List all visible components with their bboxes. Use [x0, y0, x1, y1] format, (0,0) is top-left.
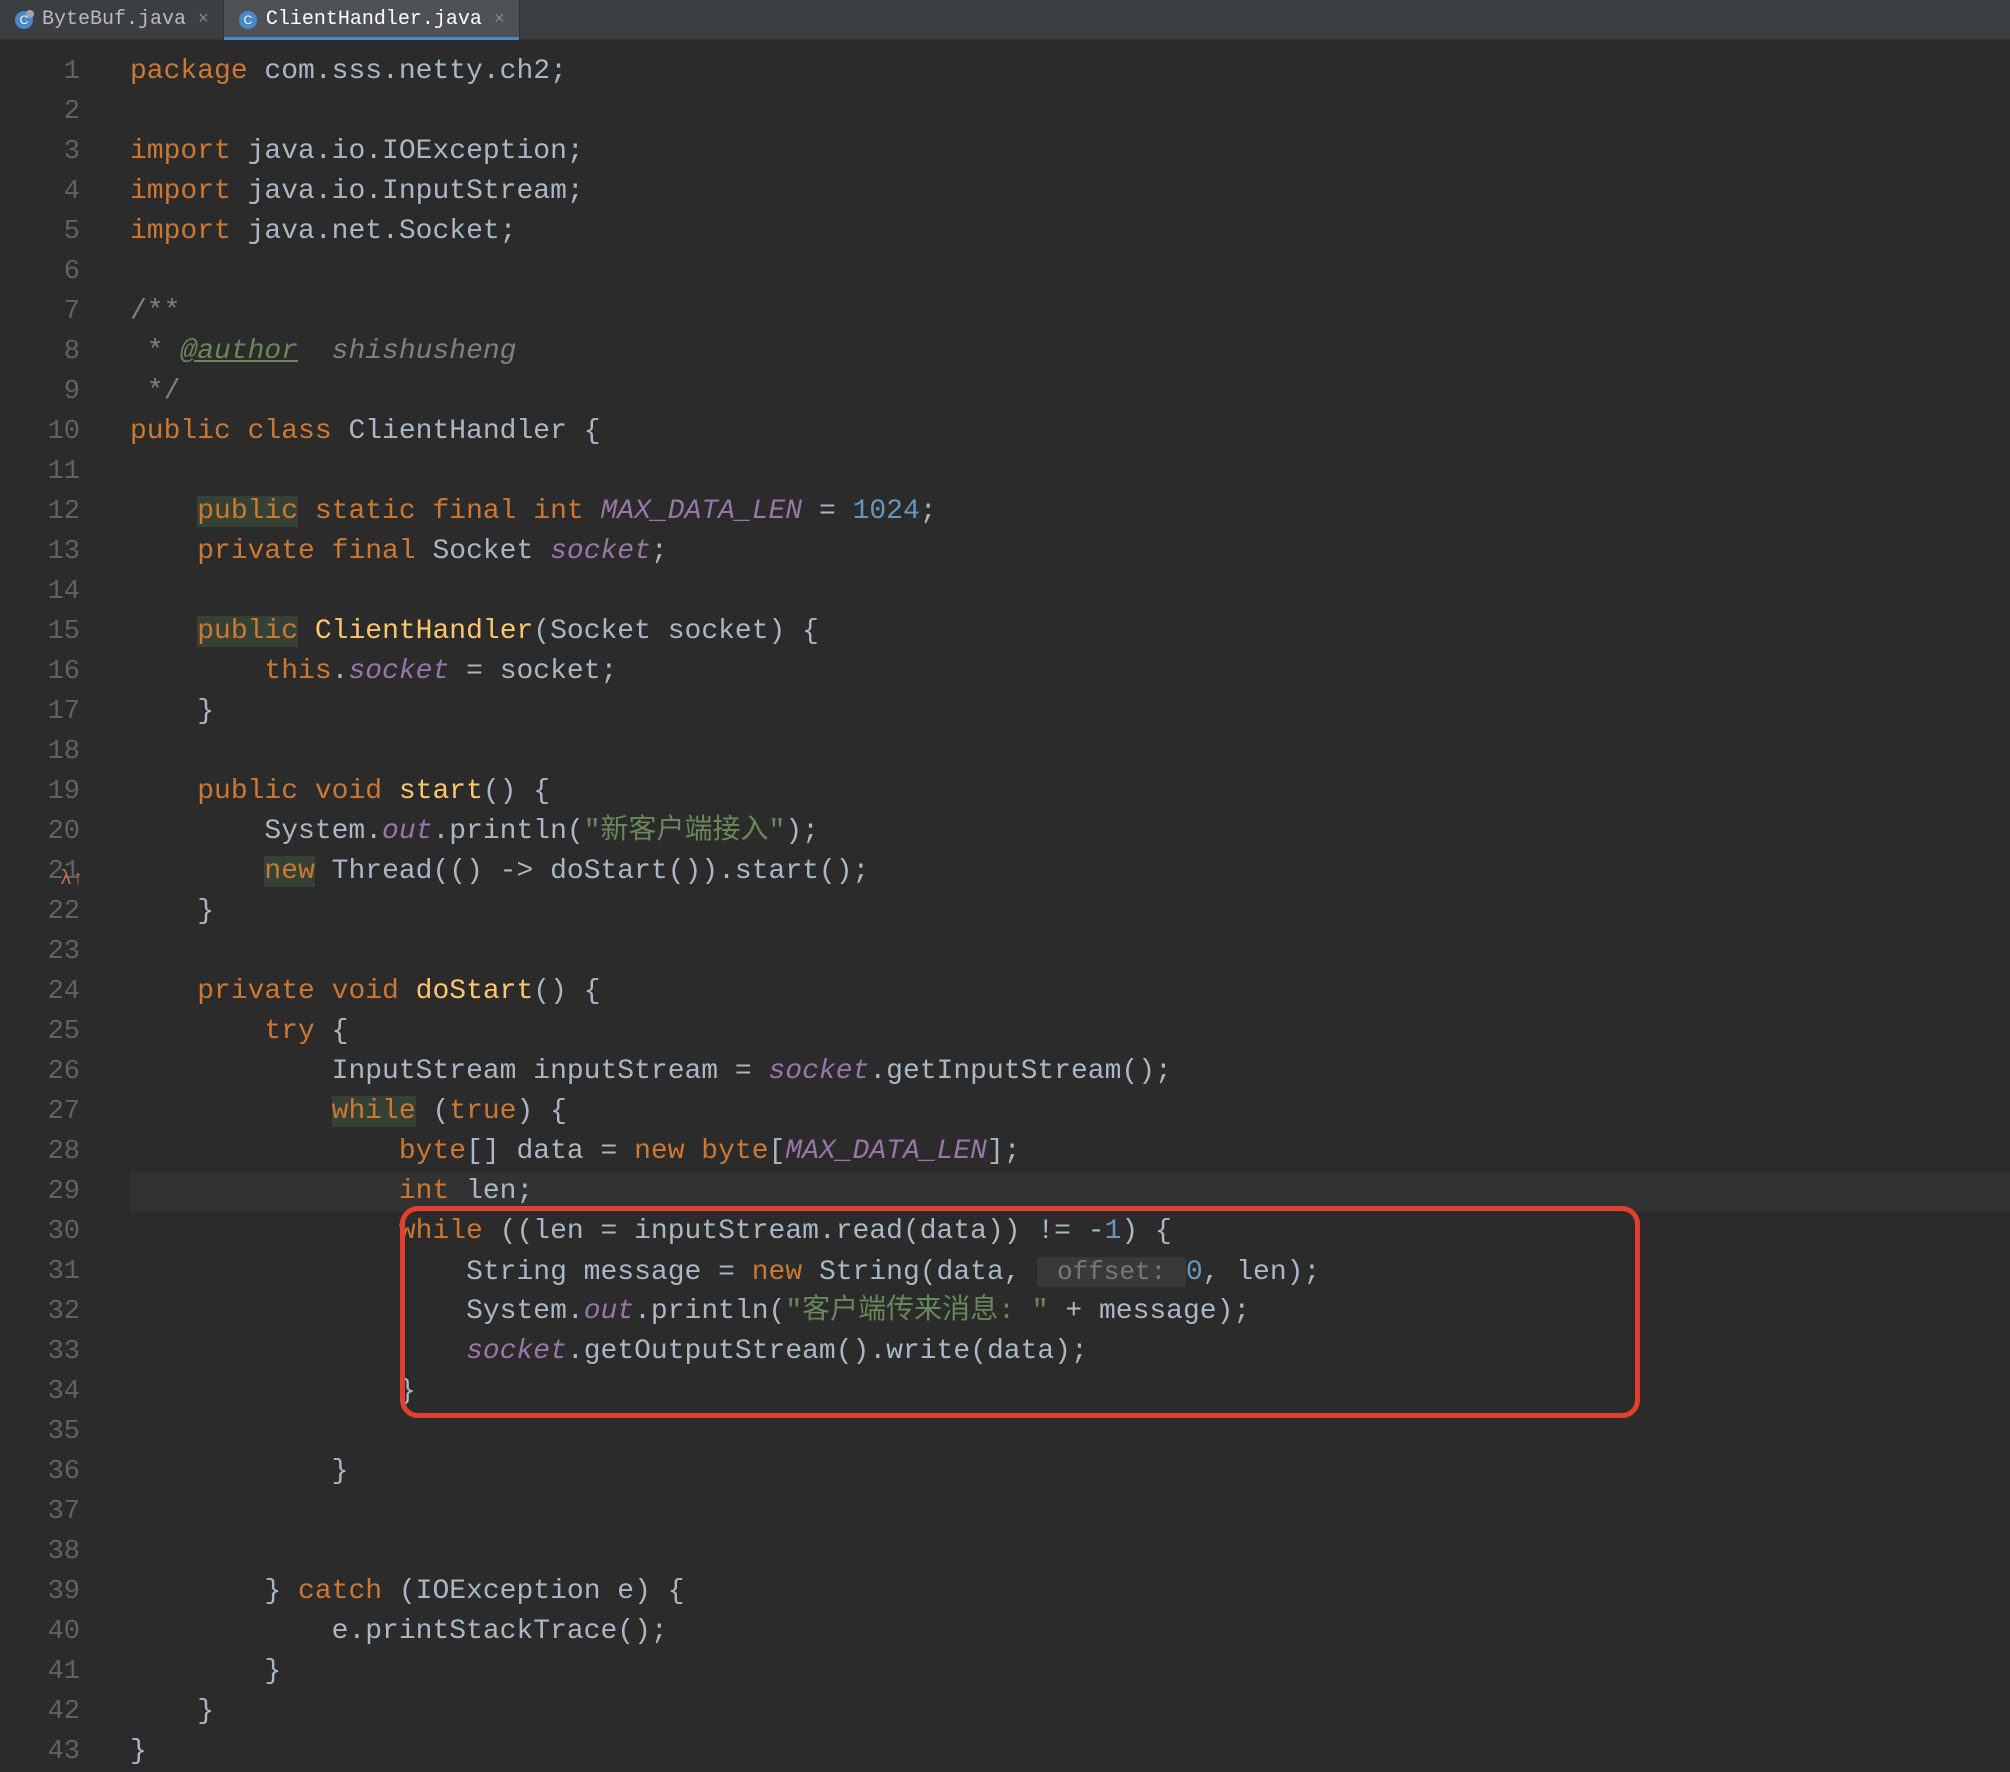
code-line: } catch (IOException e) { [130, 1572, 2010, 1612]
line-number: 42 [0, 1692, 80, 1732]
code-line: byte[] data = new byte[MAX_DATA_LEN]; [130, 1132, 2010, 1172]
code-line [130, 1412, 2010, 1452]
line-number: 13 [0, 532, 80, 572]
code-line: e.printStackTrace(); [130, 1612, 2010, 1652]
line-number: 3 [0, 132, 80, 172]
line-number: 9 [0, 372, 80, 412]
code-line [130, 572, 2010, 612]
code-line: public void start() { [130, 772, 2010, 812]
code-line: private void doStart() { [130, 972, 2010, 1012]
line-number: 23 [0, 932, 80, 972]
code-line: package com.sss.netty.ch2; [130, 52, 2010, 92]
code-line: String message = new String(data, offset… [130, 1252, 2010, 1292]
code-line: import java.net.Socket; [130, 212, 2010, 252]
code-line: InputStream inputStream = socket.getInpu… [130, 1052, 2010, 1092]
editor: 1234567891011121314151617181920212223242… [0, 40, 2010, 1772]
line-number: 38 [0, 1532, 80, 1572]
tab-label: ByteBuf.java [42, 8, 186, 31]
line-number: 30 [0, 1212, 80, 1252]
tab-bytebuf[interactable]: C ByteBuf.java × [0, 0, 224, 39]
line-number: 26 [0, 1052, 80, 1092]
line-number: 29 [0, 1172, 80, 1212]
code-line: socket.getOutputStream().write(data); [130, 1332, 2010, 1372]
code-line [130, 732, 2010, 772]
code-line: } [130, 1452, 2010, 1492]
lambda-gutter-icon: λ↑ [60, 860, 84, 900]
code-line: } [130, 1732, 2010, 1772]
code-line: /** [130, 292, 2010, 332]
class-icon: C [238, 10, 258, 30]
line-number: 6 [0, 252, 80, 292]
code-line: } [130, 892, 2010, 932]
code-line [130, 1492, 2010, 1532]
line-number: 24 [0, 972, 80, 1012]
line-number: 5 [0, 212, 80, 252]
code-line: while (true) { [130, 1092, 2010, 1132]
code-line: int len; [130, 1172, 2010, 1212]
code-line: System.out.println("客户端传来消息: " + message… [130, 1292, 2010, 1332]
line-number: 17 [0, 692, 80, 732]
tab-label: ClientHandler.java [266, 8, 482, 31]
line-number: 40 [0, 1612, 80, 1652]
code-line: this.socket = socket; [130, 652, 2010, 692]
code-line: private final Socket socket; [130, 532, 2010, 572]
code-line: import java.io.InputStream; [130, 172, 2010, 212]
code-line [130, 252, 2010, 292]
svg-text:C: C [244, 13, 253, 27]
line-number: 14 [0, 572, 80, 612]
code-line: public ClientHandler(Socket socket) { [130, 612, 2010, 652]
line-number: 8 [0, 332, 80, 372]
code-line [130, 92, 2010, 132]
line-number: 37 [0, 1492, 80, 1532]
line-number: 18 [0, 732, 80, 772]
line-number: 28 [0, 1132, 80, 1172]
line-number: 31 [0, 1252, 80, 1292]
code-line: try { [130, 1012, 2010, 1052]
code-line: while ((len = inputStream.read(data)) !=… [130, 1212, 2010, 1252]
line-number: 1 [0, 52, 80, 92]
class-icon: C [14, 10, 34, 30]
line-number: 35 [0, 1412, 80, 1452]
code-line: } [130, 1372, 2010, 1412]
code-line: public static final int MAX_DATA_LEN = 1… [130, 492, 2010, 532]
code-line: } [130, 1692, 2010, 1732]
tab-bar: C ByteBuf.java × C ClientHandler.java × [0, 0, 2010, 40]
line-number: 43 [0, 1732, 80, 1772]
line-number: 34 [0, 1372, 80, 1412]
line-number: 2 [0, 92, 80, 132]
close-icon[interactable]: × [494, 10, 505, 30]
line-number: 39 [0, 1572, 80, 1612]
line-number: 32 [0, 1292, 80, 1332]
tab-clienthandler[interactable]: C ClientHandler.java × [224, 0, 520, 39]
code-line: System.out.println("新客户端接入"); [130, 812, 2010, 852]
code-line [130, 452, 2010, 492]
code-line: public class ClientHandler { [130, 412, 2010, 452]
line-number: 27 [0, 1092, 80, 1132]
line-number: 41 [0, 1652, 80, 1692]
line-number: 11 [0, 452, 80, 492]
code-line: new Thread(() -> doStart()).start(); [130, 852, 2010, 892]
gutter: 1234567891011121314151617181920212223242… [0, 40, 100, 1772]
code-area[interactable]: package com.sss.netty.ch2; import java.io… [100, 40, 2010, 1772]
close-icon[interactable]: × [198, 10, 209, 30]
line-number: 12 [0, 492, 80, 532]
line-number: 7 [0, 292, 80, 332]
line-number: 25 [0, 1012, 80, 1052]
line-number: 4 [0, 172, 80, 212]
line-number: 36 [0, 1452, 80, 1492]
code-line [130, 1532, 2010, 1572]
code-line: * @author shishusheng [130, 332, 2010, 372]
line-number: 10 [0, 412, 80, 452]
line-number: 15 [0, 612, 80, 652]
line-number: 16 [0, 652, 80, 692]
line-number: 33 [0, 1332, 80, 1372]
code-line: } [130, 692, 2010, 732]
code-line: import java.io.IOException; [130, 132, 2010, 172]
code-line [130, 932, 2010, 972]
line-number: 20 [0, 812, 80, 852]
line-number: 19 [0, 772, 80, 812]
code-line: */ [130, 372, 2010, 412]
code-line: } [130, 1652, 2010, 1692]
